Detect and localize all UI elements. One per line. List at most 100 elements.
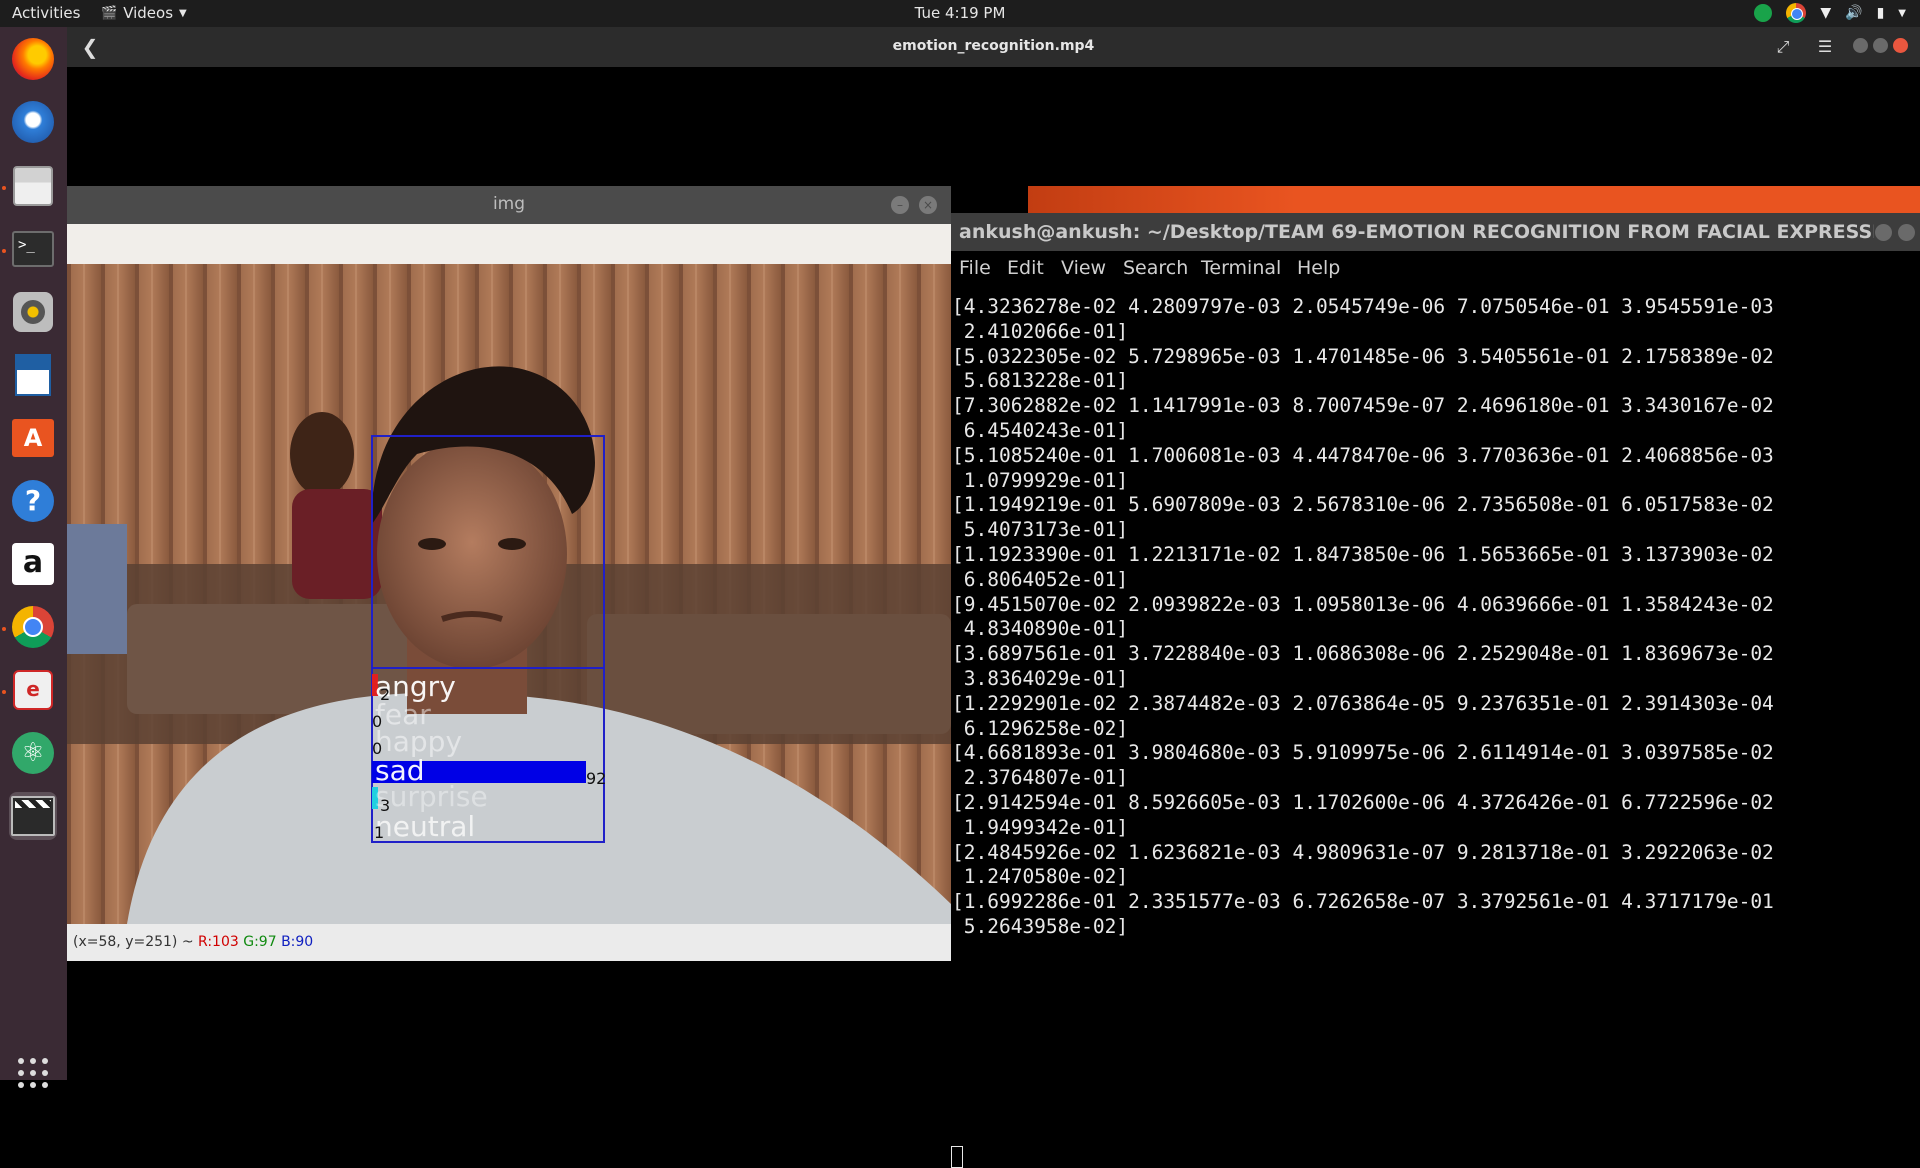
fullscreen-icon: ⤢ bbox=[1776, 37, 1790, 56]
running-indicator bbox=[2, 690, 6, 694]
dock-help[interactable]: ? bbox=[9, 477, 57, 525]
dock-firefox[interactable] bbox=[9, 35, 57, 83]
rhythmbox-icon bbox=[13, 292, 53, 332]
img-minimize-button[interactable]: – bbox=[891, 196, 909, 214]
running-indicator bbox=[2, 186, 6, 190]
dock-videos[interactable] bbox=[9, 792, 57, 840]
dock-amazon[interactable]: a bbox=[9, 540, 57, 588]
terminal-line: 6.4540243e-01] bbox=[952, 418, 1129, 442]
dock-rhythmbox[interactable] bbox=[9, 288, 57, 336]
terminal-line: [1.1923390e-01 1.2213171e-02 1.8473850e-… bbox=[952, 542, 1774, 566]
video-frame[interactable]: angry fear happy sad surprise neutral 2 … bbox=[67, 264, 951, 924]
dock-writer[interactable] bbox=[9, 351, 57, 399]
emotion-score-surprise: 3 bbox=[380, 796, 390, 815]
terminal-titlebar[interactable]: ankush@ankush: ~/Desktop/TEAM 69-EMOTION… bbox=[951, 213, 1920, 251]
menu-search[interactable]: Search bbox=[1123, 257, 1188, 279]
terminal-line: 5.4073173e-01] bbox=[952, 518, 1129, 542]
terminal-line: 5.6813228e-01] bbox=[952, 369, 1129, 393]
atom-icon: ⚛ bbox=[12, 732, 54, 774]
terminal-icon: >_ bbox=[12, 231, 54, 267]
terminal-window[interactable]: ankush@ankush: ~/Desktop/TEAM 69-EMOTION… bbox=[951, 213, 1920, 1168]
terminal-line: 3.8364029e-01] bbox=[952, 666, 1129, 690]
pixel-readout: (x=58, y=251) ~ R:103 G:97 B:90 bbox=[73, 934, 313, 950]
fullscreen-button[interactable]: ⤢ bbox=[1770, 34, 1796, 60]
terminal-line: 6.1296258e-02] bbox=[952, 716, 1129, 740]
pixel-red: R:103 bbox=[198, 934, 239, 950]
top-bar: Activities 🎬 Videos ▼ Tue 4:19 PM ▼ 🔊 ▮ … bbox=[0, 0, 1920, 27]
terminal-line: [1.6992286e-01 2.3351577e-03 6.7262658e-… bbox=[952, 890, 1774, 914]
terminal-line: 5.2643958e-02] bbox=[952, 914, 1129, 938]
videos-icon bbox=[11, 796, 55, 836]
terminal-output[interactable]: [4.3236278e-02 4.2809797e-03 2.0545749e-… bbox=[951, 295, 1920, 940]
chrome-icon bbox=[12, 606, 54, 648]
maximize-button[interactable] bbox=[1873, 38, 1888, 53]
dock-pdf-viewer[interactable]: e bbox=[9, 666, 57, 714]
img-close-button[interactable]: × bbox=[919, 196, 937, 214]
hamburger-menu-icon: ☰ bbox=[1817, 37, 1833, 56]
dock-chrome[interactable] bbox=[9, 603, 57, 651]
minimize-button[interactable] bbox=[1853, 38, 1868, 53]
desktop-background-strip bbox=[1028, 186, 1920, 213]
menu-help[interactable]: Help bbox=[1297, 257, 1340, 279]
terminal-cursor bbox=[951, 1146, 963, 1168]
menu-terminal[interactable]: Terminal bbox=[1201, 257, 1281, 279]
terminal-line: [5.1085240e-01 1.7006081e-03 4.4478470e-… bbox=[952, 443, 1774, 467]
pixel-blue: B:90 bbox=[281, 934, 314, 950]
img-window-title: img bbox=[492, 194, 526, 214]
emotion-score-sad: 92 bbox=[586, 769, 606, 788]
menu-file[interactable]: File bbox=[959, 257, 991, 279]
status-indicator-icon[interactable] bbox=[1754, 4, 1773, 22]
terminal-line: 2.3764807e-01] bbox=[952, 766, 1129, 790]
thunderbird-icon bbox=[12, 101, 54, 143]
video-player-header: ❮ emotion_recognition.mp4 ⤢ ☰ bbox=[67, 27, 1920, 67]
battery-icon[interactable]: ▮ bbox=[1877, 5, 1885, 21]
dock-terminal[interactable]: >_ bbox=[9, 225, 57, 273]
emotion-score-angry: 2 bbox=[380, 685, 390, 704]
volume-icon[interactable]: 🔊 bbox=[1845, 5, 1862, 21]
dock-software-center[interactable]: A bbox=[9, 414, 57, 462]
menu-button[interactable]: ☰ bbox=[1812, 34, 1838, 60]
terminal-title: ankush@ankush: ~/Desktop/TEAM 69-EMOTION… bbox=[959, 221, 1874, 243]
menu-edit[interactable]: Edit bbox=[1007, 257, 1044, 279]
terminal-line: 6.8064052e-01] bbox=[952, 567, 1129, 591]
wifi-icon[interactable]: ▼ bbox=[1820, 5, 1831, 21]
terminal-line: [2.9142594e-01 8.5926605e-03 1.1702600e-… bbox=[952, 790, 1774, 814]
terminal-menubar: File Edit View Search Terminal Help bbox=[951, 251, 1920, 287]
dock-thunderbird[interactable] bbox=[9, 98, 57, 146]
terminal-line: 1.9499342e-01] bbox=[952, 815, 1129, 839]
img-titlebar[interactable]: img – × bbox=[67, 186, 951, 224]
help-icon: ? bbox=[12, 480, 54, 522]
terminal-line: [3.6897561e-01 3.7228840e-03 1.0686308e-… bbox=[952, 642, 1774, 666]
pdf-viewer-icon: e bbox=[13, 670, 53, 710]
pixel-coordinate: (x=58, y=251) ~ bbox=[73, 934, 199, 950]
dock-atom[interactable]: ⚛ bbox=[9, 729, 57, 777]
files-icon bbox=[13, 166, 53, 206]
terminal-line: [2.4845926e-02 1.6236821e-03 4.9809631e-… bbox=[952, 840, 1774, 864]
emotion-score-happy: 0 bbox=[372, 739, 382, 758]
writer-icon bbox=[15, 354, 51, 396]
show-applications-icon[interactable] bbox=[18, 1058, 48, 1088]
dock: >_ A ? a e ⚛ bbox=[0, 27, 67, 1088]
img-statusbar: (x=58, y=251) ~ R:103 G:97 B:90 bbox=[67, 924, 951, 961]
menu-view[interactable]: View bbox=[1061, 257, 1106, 279]
firefox-icon bbox=[12, 38, 54, 80]
chrome-tray-icon[interactable] bbox=[1786, 3, 1807, 23]
dock-files[interactable] bbox=[9, 162, 57, 210]
close-button[interactable] bbox=[1893, 38, 1908, 53]
terminal-line: [4.6681893e-01 3.9804680e-03 5.9109975e-… bbox=[952, 741, 1774, 765]
terminal-line: [1.2292901e-02 2.3874482e-03 2.0763864e-… bbox=[952, 691, 1774, 715]
running-indicator bbox=[2, 249, 6, 253]
img-window[interactable]: img – × angry fear happy sad surprise ne… bbox=[67, 186, 951, 961]
system-tray[interactable]: ▼ 🔊 ▮ ▼ bbox=[1754, 3, 1906, 23]
software-center-icon: A bbox=[12, 419, 54, 457]
pixel-green: G:97 bbox=[243, 934, 277, 950]
video-frame-svg: angry fear happy sad surprise neutral 2 … bbox=[67, 264, 951, 924]
emotion-label-surprise: surprise bbox=[375, 780, 488, 813]
terminal-line: [5.0322305e-02 5.7298965e-03 1.4701485e-… bbox=[952, 344, 1774, 368]
terminal-line: [9.4515070e-02 2.0939822e-03 1.0958013e-… bbox=[952, 592, 1774, 616]
terminal-minimize-button[interactable] bbox=[1875, 224, 1892, 241]
amazon-icon: a bbox=[12, 543, 54, 585]
terminal-maximize-button[interactable] bbox=[1898, 224, 1915, 241]
clock[interactable]: Tue 4:19 PM bbox=[0, 4, 1920, 22]
system-menu-chevron-icon[interactable]: ▼ bbox=[1898, 8, 1906, 19]
